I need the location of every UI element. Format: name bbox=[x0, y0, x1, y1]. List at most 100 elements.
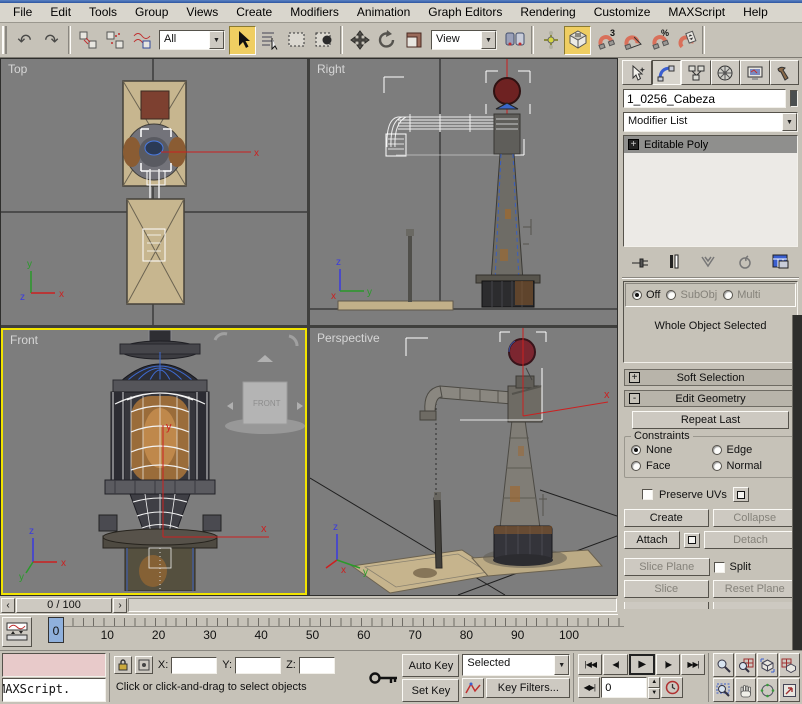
stack-expand-icon[interactable]: + bbox=[628, 139, 639, 150]
bind-to-space-warp-button[interactable] bbox=[128, 26, 155, 55]
collapse-button[interactable]: Collapse bbox=[713, 509, 798, 527]
constraint-face-option[interactable]: Face bbox=[631, 460, 710, 472]
select-by-name-button[interactable] bbox=[256, 26, 283, 55]
viewport-front-label[interactable]: Front bbox=[10, 333, 38, 347]
selection-subobj-option[interactable]: SubObj bbox=[666, 289, 717, 301]
key-mode-toggle-button[interactable]: ◀▶| bbox=[578, 677, 600, 698]
listener-macro-pane[interactable] bbox=[2, 653, 106, 677]
make-unique-icon[interactable] bbox=[699, 253, 719, 271]
preserve-uvs-checkbox[interactable] bbox=[642, 489, 653, 500]
modifier-stack[interactable]: + Editable Poly bbox=[623, 135, 798, 247]
next-frame-button[interactable]: |▶ bbox=[656, 654, 680, 675]
preserve-uvs-settings-button[interactable] bbox=[733, 487, 749, 502]
viewport-right[interactable]: Right bbox=[310, 59, 617, 325]
radio-edge[interactable] bbox=[712, 445, 722, 455]
collapse-icon[interactable]: - bbox=[629, 393, 640, 404]
percent-snap-button[interactable]: % bbox=[645, 26, 672, 55]
zoom-button[interactable] bbox=[713, 653, 734, 677]
frame-spinner[interactable]: ▲ ▼ bbox=[648, 677, 660, 699]
menu-item-help[interactable]: Help bbox=[734, 3, 777, 22]
menu-item-graph-editors[interactable]: Graph Editors bbox=[419, 3, 511, 22]
attach-button[interactable]: Attach bbox=[624, 531, 680, 549]
detach-button[interactable]: Detach bbox=[704, 531, 797, 549]
dropdown-arrow-icon[interactable]: ▼ bbox=[481, 31, 496, 49]
reset-plane-button[interactable]: Reset Plane bbox=[713, 580, 798, 598]
zoom-extents-all-button[interactable] bbox=[779, 653, 800, 677]
radio-face[interactable] bbox=[631, 461, 641, 471]
reference-coordinate-dropdown[interactable]: View ▼ bbox=[431, 30, 497, 50]
mini-curve-editor-button[interactable] bbox=[2, 617, 32, 647]
spinner-down-icon[interactable]: ▼ bbox=[648, 688, 660, 699]
x-coordinate-field[interactable] bbox=[171, 657, 217, 674]
menu-item-views[interactable]: Views bbox=[177, 3, 227, 22]
create-button[interactable]: Create bbox=[624, 509, 709, 527]
play-button[interactable]: ▶ bbox=[629, 654, 655, 675]
zoom-region-button[interactable] bbox=[713, 678, 734, 702]
default-tangent-button[interactable] bbox=[462, 678, 484, 698]
constraint-none-option[interactable]: None bbox=[631, 444, 710, 456]
menu-item-edit[interactable]: Edit bbox=[41, 3, 80, 22]
menu-item-rendering[interactable]: Rendering bbox=[511, 3, 584, 22]
viewport-top[interactable]: Top x bbox=[1, 59, 307, 325]
tab-motion[interactable] bbox=[711, 60, 741, 85]
current-frame-marker[interactable]: 0 bbox=[48, 617, 64, 643]
object-color-swatch[interactable] bbox=[790, 90, 798, 107]
menu-item-modifiers[interactable]: Modifiers bbox=[281, 3, 348, 22]
slice-plane-button[interactable]: Slice Plane bbox=[624, 558, 710, 576]
next-frame-arrow[interactable]: › bbox=[113, 598, 127, 613]
use-pivot-center-button[interactable] bbox=[501, 26, 528, 55]
arc-rotate-button[interactable] bbox=[757, 678, 778, 702]
z-coordinate-field[interactable] bbox=[299, 657, 335, 674]
viewport-perspective-label[interactable]: Perspective bbox=[317, 331, 380, 345]
absolute-offset-toggle[interactable] bbox=[135, 656, 153, 674]
expand-icon[interactable]: + bbox=[629, 372, 640, 383]
snap-3d-button[interactable]: 3 bbox=[591, 26, 618, 55]
attach-list-button[interactable] bbox=[684, 533, 700, 548]
auto-key-button[interactable]: Auto Key bbox=[402, 654, 459, 677]
repeat-last-button[interactable]: Repeat Last bbox=[632, 411, 789, 429]
listener-script-pane[interactable]: MAXScript. bbox=[2, 678, 106, 702]
selection-multi-option[interactable]: Multi bbox=[723, 289, 760, 301]
y-coordinate-field[interactable] bbox=[235, 657, 281, 674]
toolbar-drag-handle[interactable] bbox=[2, 26, 7, 54]
viewport-right-label[interactable]: Right bbox=[317, 62, 345, 76]
split-checkbox[interactable] bbox=[714, 562, 725, 573]
select-object-button[interactable] bbox=[229, 26, 256, 55]
previous-frame-arrow[interactable]: ‹ bbox=[1, 598, 15, 613]
menu-item-group[interactable]: Group bbox=[126, 3, 177, 22]
select-and-scale-button[interactable] bbox=[400, 26, 427, 55]
undo-button[interactable]: ↶ bbox=[11, 26, 38, 55]
stack-item-editable-poly[interactable]: + Editable Poly bbox=[624, 136, 797, 153]
viewport-top-label[interactable]: Top bbox=[8, 62, 27, 76]
angle-snap-button[interactable] bbox=[618, 26, 645, 55]
radio-none[interactable] bbox=[631, 445, 641, 455]
rollout-edit-geometry[interactable]: - Edit Geometry bbox=[624, 390, 797, 407]
configure-modifier-sets-icon[interactable] bbox=[771, 253, 791, 271]
zoom-extents-button[interactable] bbox=[757, 653, 778, 677]
menu-item-animation[interactable]: Animation bbox=[348, 3, 419, 22]
zoom-all-button[interactable] bbox=[735, 653, 756, 677]
viewport-perspective[interactable]: Perspective bbox=[310, 328, 617, 595]
menu-item-tools[interactable]: Tools bbox=[80, 3, 126, 22]
window-crossing-toggle-button[interactable] bbox=[310, 26, 337, 55]
tab-hierarchy[interactable] bbox=[681, 60, 711, 85]
rollout-soft-selection[interactable]: + Soft Selection bbox=[624, 369, 797, 386]
select-and-manipulate-button[interactable] bbox=[537, 26, 564, 55]
radio-subobj[interactable] bbox=[666, 290, 676, 300]
tab-create[interactable] bbox=[622, 60, 652, 85]
trackbar-ruler[interactable]: 0 0102030405060708090100 bbox=[32, 615, 618, 649]
tab-display[interactable] bbox=[740, 60, 770, 85]
maximize-viewport-toggle-button[interactable] bbox=[779, 678, 800, 702]
go-to-start-button[interactable]: |◀◀ bbox=[578, 654, 602, 675]
show-end-result-icon[interactable] bbox=[668, 253, 680, 271]
current-frame-field[interactable] bbox=[601, 677, 647, 698]
modifier-list-dropdown[interactable]: Modifier List ▼ bbox=[623, 112, 798, 132]
select-and-move-button[interactable] bbox=[346, 26, 373, 55]
spinner-snap-button[interactable] bbox=[672, 26, 699, 55]
set-keys-button[interactable] bbox=[368, 653, 400, 702]
selection-off-option[interactable]: Off bbox=[632, 289, 660, 301]
redo-button[interactable]: ↷ bbox=[38, 26, 65, 55]
tab-modify[interactable] bbox=[652, 60, 682, 85]
object-name-field[interactable] bbox=[623, 89, 786, 108]
go-to-end-button[interactable]: ▶▶| bbox=[681, 654, 705, 675]
